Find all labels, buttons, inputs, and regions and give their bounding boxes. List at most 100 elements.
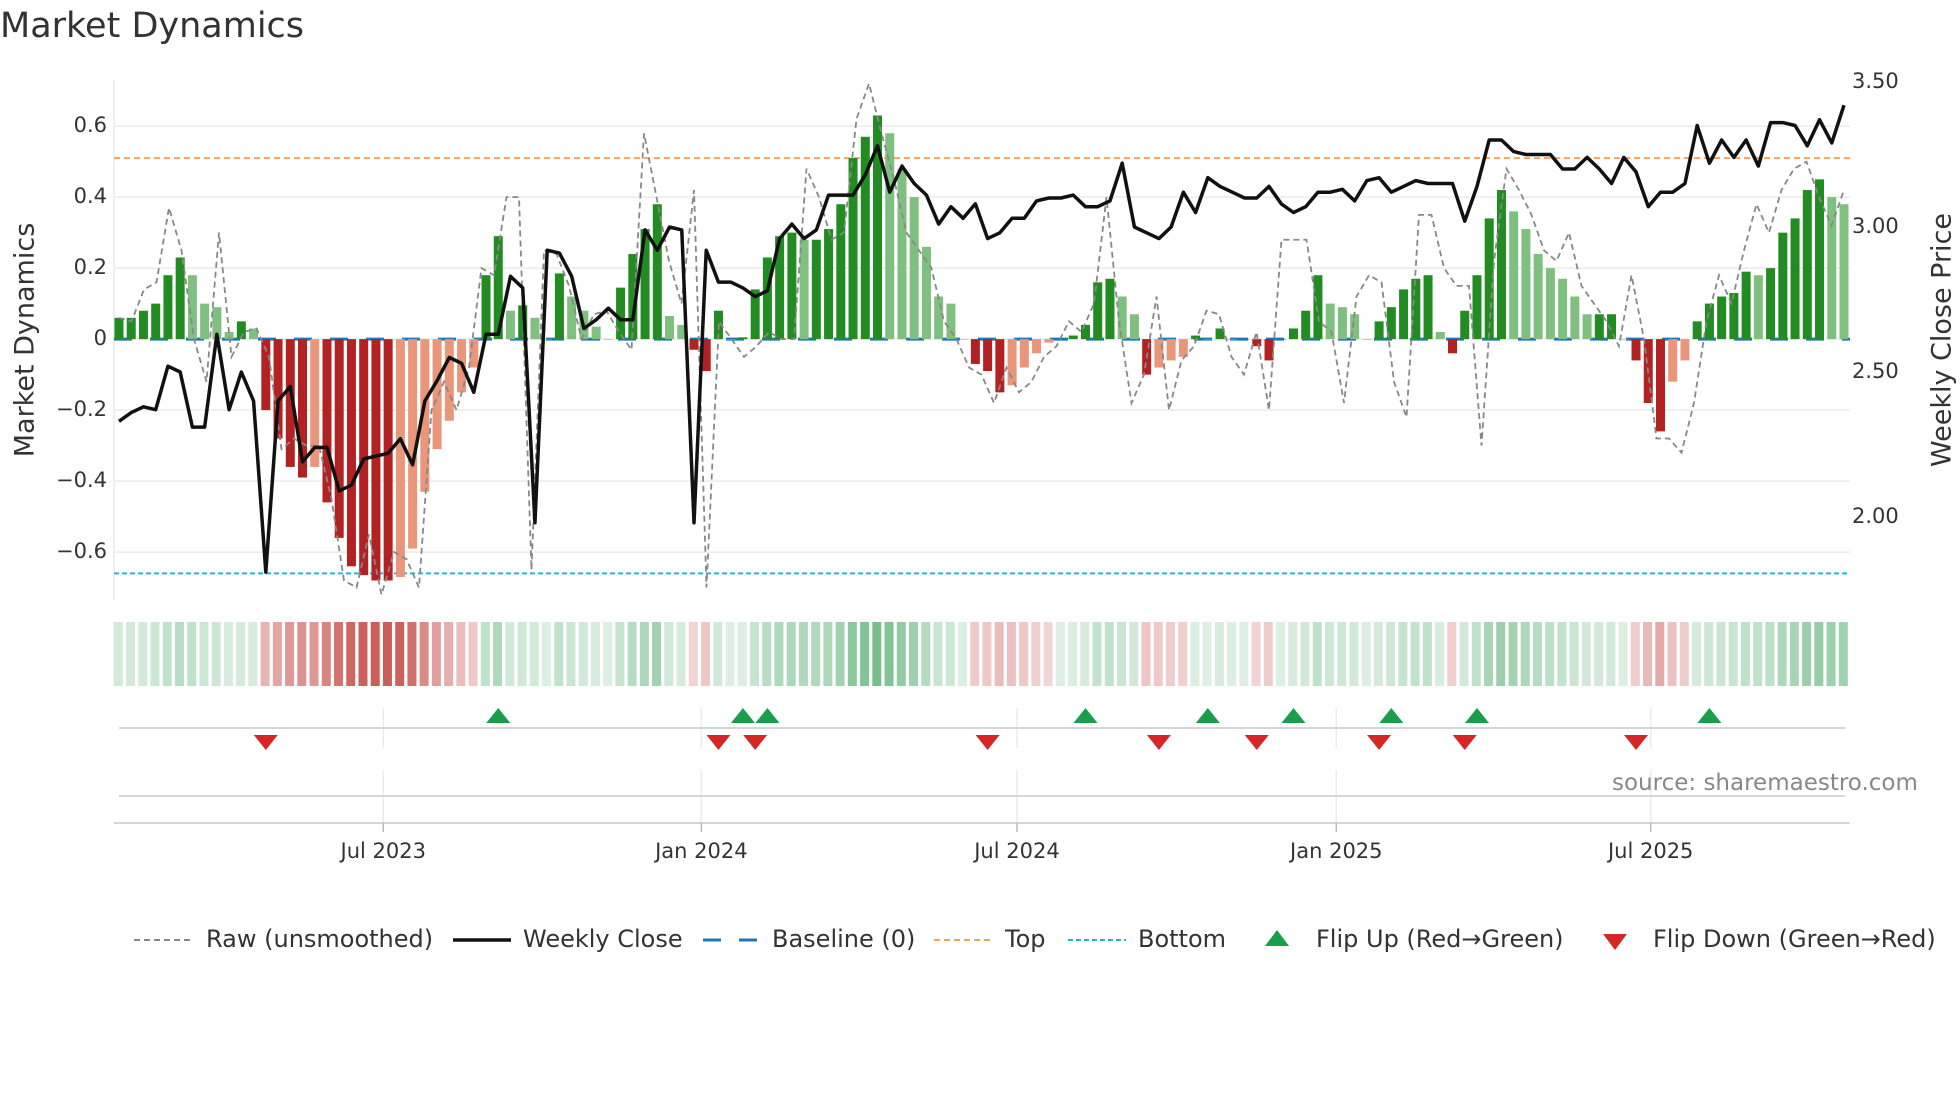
dynamics-bar: [554, 273, 564, 340]
heatmap-cell: [1373, 622, 1383, 686]
heatmap-cell: [933, 622, 943, 686]
y-tick-label: −0.2: [56, 397, 107, 421]
dynamics-bar: [946, 303, 956, 340]
source-credit: source: sharemaestro.com: [1612, 770, 1918, 796]
heatmap-cell: [223, 622, 233, 686]
heatmap-cell: [921, 622, 931, 686]
dynamics-bar: [151, 303, 161, 340]
dynamics-bar: [1374, 321, 1384, 340]
heatmap-cell: [272, 622, 282, 686]
dynamics-bar: [395, 339, 405, 577]
heatmap-strip: [113, 622, 1848, 686]
heatmap-cell: [382, 622, 392, 686]
legend-baseline-swatch: [703, 938, 761, 942]
dynamics-bar: [934, 296, 944, 340]
heatmap-cell: [1606, 622, 1616, 686]
y-tick-label: −0.4: [56, 468, 107, 492]
dynamics-bar: [1301, 310, 1311, 340]
heatmap-cell: [1276, 622, 1286, 686]
dynamics-bar: [1533, 253, 1543, 340]
flip-up-marker: [1697, 708, 1722, 723]
dynamics-bars: [114, 115, 1849, 581]
legend-flip-up-label: Flip Up (Red→Green): [1316, 925, 1564, 953]
dynamics-bar: [1399, 289, 1409, 340]
dynamics-bar: [1753, 275, 1763, 340]
dynamics-bar: [1839, 204, 1849, 340]
heatmap-cell: [1153, 622, 1163, 686]
heatmap-cell: [1068, 622, 1078, 686]
heatmap-cell: [1227, 622, 1237, 686]
heatmap-cell: [1655, 622, 1665, 686]
dynamics-bar: [1337, 307, 1347, 340]
heatmap-cell: [358, 622, 368, 686]
heatmap-cell: [248, 622, 258, 686]
flip-down-marker: [1624, 735, 1649, 750]
dynamics-bar: [1032, 339, 1042, 354]
heatmap-cell: [1214, 622, 1224, 686]
dynamics-bar: [909, 197, 919, 340]
dynamics-bar: [1815, 179, 1825, 340]
legend-top-label: Top: [1005, 925, 1046, 953]
heatmap-cell: [444, 622, 454, 686]
dynamics-bar: [591, 326, 601, 340]
heatmap-cell: [1667, 622, 1677, 686]
y-tick-label: 0: [94, 326, 107, 350]
dynamics-bar: [1717, 296, 1727, 340]
dynamics-bar: [958, 339, 968, 340]
heatmap-cell: [541, 622, 551, 686]
dynamics-bar: [1472, 275, 1482, 340]
flip-up-marker: [730, 708, 755, 723]
x-tick-label: Jul 2023: [339, 839, 426, 863]
heatmap-cell: [1753, 622, 1763, 686]
legend-bottom-label: Bottom: [1138, 925, 1227, 953]
dynamics-bar: [1019, 339, 1029, 368]
heatmap-cell: [1263, 622, 1273, 686]
dynamics-bar: [1105, 278, 1115, 340]
heatmap-cell: [1165, 622, 1175, 686]
dynamics-bar: [1068, 335, 1078, 340]
heatmap-cell: [957, 622, 967, 686]
heatmap-cell: [1508, 622, 1518, 686]
heatmap-cell: [456, 622, 466, 686]
heatmap-cell: [1838, 622, 1848, 686]
heatmap-cell: [970, 622, 980, 686]
heatmap-cell: [1728, 622, 1738, 686]
heatmap-cell: [1361, 622, 1371, 686]
heatmap-cell: [1104, 622, 1114, 686]
dynamics-bar: [383, 339, 393, 581]
heatmap-cell: [664, 622, 674, 686]
flip-down-marker: [1146, 735, 1171, 750]
heatmap-cell: [1447, 622, 1457, 686]
heatmap-cell: [1202, 622, 1212, 686]
heatmap-cell: [1802, 622, 1812, 686]
heatmap-cell: [395, 622, 405, 686]
heatmap-cell: [1532, 622, 1542, 686]
flip-down-marker: [975, 735, 1000, 750]
dynamics-bar: [444, 339, 454, 421]
heatmap-cell: [174, 622, 184, 686]
dynamics-bar: [1802, 190, 1812, 340]
dynamics-bar: [1766, 268, 1776, 340]
dynamics-bar: [811, 239, 821, 340]
dynamics-bar: [1778, 232, 1788, 340]
heatmap-cell: [872, 622, 882, 686]
heatmap-cell: [1239, 622, 1249, 686]
heatmap-cell: [627, 622, 637, 686]
flip-down-marker: [1367, 735, 1392, 750]
heatmap-cell: [211, 622, 221, 686]
heatmap-cell: [578, 622, 588, 686]
dynamics-bar: [995, 339, 1005, 393]
heatmap-cell: [1116, 622, 1126, 686]
heatmap-cell: [860, 622, 870, 686]
dynamics-bar: [885, 133, 895, 340]
heatmap-cell: [823, 622, 833, 686]
dynamics-bar: [726, 339, 736, 340]
heatmap-cell: [945, 622, 955, 686]
heatmap-cell: [468, 622, 478, 686]
dynamics-bar: [481, 275, 491, 340]
heatmap-cell: [1569, 622, 1579, 686]
heatmap-cell: [1190, 622, 1200, 686]
heatmap-cell: [297, 622, 307, 686]
heatmap-cell: [529, 622, 539, 686]
dynamics-bar: [1435, 332, 1445, 340]
